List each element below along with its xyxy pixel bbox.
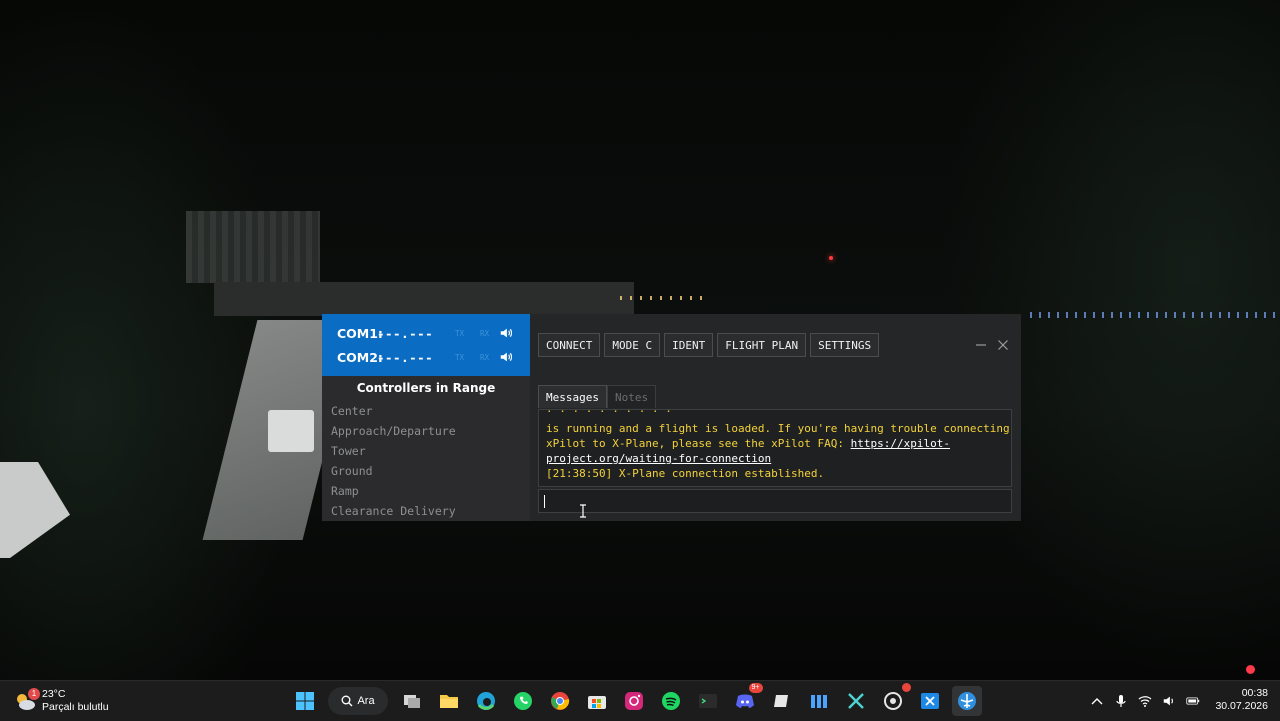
notes-app-icon[interactable]: [767, 686, 797, 716]
controller-item-ground[interactable]: Ground: [331, 461, 456, 481]
ground-vehicle: [268, 410, 314, 452]
discord-icon[interactable]: 9+: [730, 683, 763, 716]
controllers-title: Controllers in Range: [356, 381, 496, 395]
taskbar-search[interactable]: Ara: [328, 687, 388, 715]
com2-label: COM2:: [337, 349, 383, 365]
weather-text: 23°C Parçalı bulutlu: [42, 688, 109, 714]
file-explorer-icon[interactable]: [434, 686, 464, 716]
spotify-icon[interactable]: [656, 686, 686, 716]
ident-button[interactable]: IDENT: [664, 333, 714, 357]
controllers-panel: Controllers in Range Center Approach/Dep…: [322, 376, 530, 521]
message-input[interactable]: [538, 489, 1012, 513]
connect-button[interactable]: CONNECT: [538, 333, 601, 357]
flight-plan-button[interactable]: FLIGHT PLAN: [717, 333, 807, 357]
com1-label: COM1:: [337, 325, 383, 341]
windows-taskbar: 1 23°C Parçalı bulutlu Ara 9+ 00:38 30.0…: [0, 680, 1280, 721]
controller-item-center[interactable]: Center: [331, 401, 456, 421]
clock-time: 00:38: [1241, 687, 1268, 699]
ibeam-cursor-icon: [580, 504, 586, 518]
instagram-icon[interactable]: [619, 686, 649, 716]
tab-messages[interactable]: Messages: [538, 385, 607, 408]
system-clock[interactable]: 00:38 30.07.2026: [1206, 687, 1268, 713]
chrome-icon[interactable]: [545, 686, 575, 716]
weather-description: Parçalı bulutlu: [42, 701, 109, 713]
search-icon: [341, 695, 353, 707]
com2-volume-icon[interactable]: [499, 350, 513, 364]
snipping-tool-icon[interactable]: [915, 686, 945, 716]
message-line: is running and a flight is loaded. If yo…: [546, 422, 1010, 435]
search-label: Ara: [357, 695, 375, 707]
microphone-icon[interactable]: [1114, 694, 1128, 708]
controller-item-approach[interactable]: Approach/Departure: [331, 421, 456, 441]
radio-panel: COM1: ---.--- TX RX COM2: ---.--- TX RX: [322, 314, 530, 376]
message-line: project.org/waiting-for-connection: [546, 452, 771, 465]
terminal-app-icon[interactable]: [693, 686, 723, 716]
com2-tx-indicator: TX: [454, 352, 465, 362]
mode-c-button[interactable]: MODE C: [604, 333, 661, 357]
weather-badge: 1: [28, 688, 40, 700]
message-line-partial: . . . . . . . . . .: [546, 410, 672, 415]
message-line: xPilot to X-Plane, please see the xPilot…: [546, 437, 950, 450]
close-icon[interactable]: [997, 339, 1009, 351]
runway-lights: [1030, 312, 1280, 318]
message-line: [21:38:50] X-Plane connection establishe…: [546, 467, 825, 480]
faq-link-continued[interactable]: project.org/waiting-for-connection: [546, 452, 771, 465]
system-tray: [1090, 681, 1200, 721]
whatsapp-icon[interactable]: [508, 686, 538, 716]
faq-link[interactable]: https://xpilot-: [851, 437, 950, 450]
com2-rx-indicator: RX: [479, 352, 490, 362]
com1-rx-indicator: RX: [479, 328, 490, 338]
battery-icon[interactable]: [1186, 694, 1200, 708]
xpilot-taskbar-icon[interactable]: [951, 686, 982, 716]
xpilot-toolbar: CONNECT MODE C IDENT FLIGHT PLAN SETTING…: [538, 333, 880, 357]
partly-cloudy-icon: 1: [14, 688, 40, 712]
clock-date: 30.07.2026: [1215, 700, 1268, 712]
weather-temperature: 23°C: [42, 688, 66, 700]
com2-row: COM2: ---.--- TX RX: [337, 347, 513, 367]
apron-lights: [620, 296, 710, 300]
chevron-up-icon[interactable]: [1090, 694, 1104, 708]
github-desktop-icon[interactable]: [878, 683, 911, 716]
message-tabs: Messages Notes: [538, 385, 657, 409]
wifi-icon[interactable]: [1138, 694, 1152, 708]
task-view-icon[interactable]: [397, 686, 427, 716]
discord-badge: 9+: [748, 683, 763, 693]
notification-dot: [901, 683, 911, 692]
volume-icon[interactable]: [1162, 694, 1176, 708]
edge-browser-icon[interactable]: [471, 686, 501, 716]
message-text: xPilot to X-Plane, please see the xPilot…: [546, 437, 851, 450]
xplane-icon[interactable]: [841, 686, 871, 716]
minimize-icon[interactable]: [975, 339, 987, 351]
controller-item-clearance[interactable]: Clearance Delivery: [331, 501, 456, 521]
taskbar-apps: Ara 9+: [286, 681, 985, 721]
text-caret: [544, 495, 545, 508]
settings-button[interactable]: SETTINGS: [810, 333, 880, 357]
controller-item-ramp[interactable]: Ramp: [331, 481, 456, 501]
tower-beacon: [829, 256, 833, 260]
library-app-icon[interactable]: [804, 686, 834, 716]
controller-item-tower[interactable]: Tower: [331, 441, 456, 461]
xpilot-window: COM1: ---.--- TX RX COM2: ---.--- TX RX …: [322, 314, 1021, 521]
tab-notes[interactable]: Notes: [606, 385, 657, 408]
com2-frequency: ---.---: [377, 349, 434, 365]
weather-widget[interactable]: 1 23°C Parçalı bulutlu: [14, 686, 109, 716]
com1-row: COM1: ---.--- TX RX: [337, 323, 513, 343]
store-icon[interactable]: [582, 686, 612, 716]
terminal-roof: [214, 282, 634, 316]
terminal-building: [186, 211, 320, 283]
com1-frequency: ---.---: [377, 325, 434, 341]
controllers-list: Center Approach/Departure Tower Ground R…: [331, 401, 456, 521]
com1-volume-icon[interactable]: [499, 326, 513, 340]
com1-tx-indicator: TX: [454, 328, 465, 338]
windows-start-icon[interactable]: [290, 686, 320, 716]
recording-indicator: [1246, 665, 1255, 674]
messages-log[interactable]: . . . . . . . . . . is running and a fli…: [538, 409, 1012, 487]
